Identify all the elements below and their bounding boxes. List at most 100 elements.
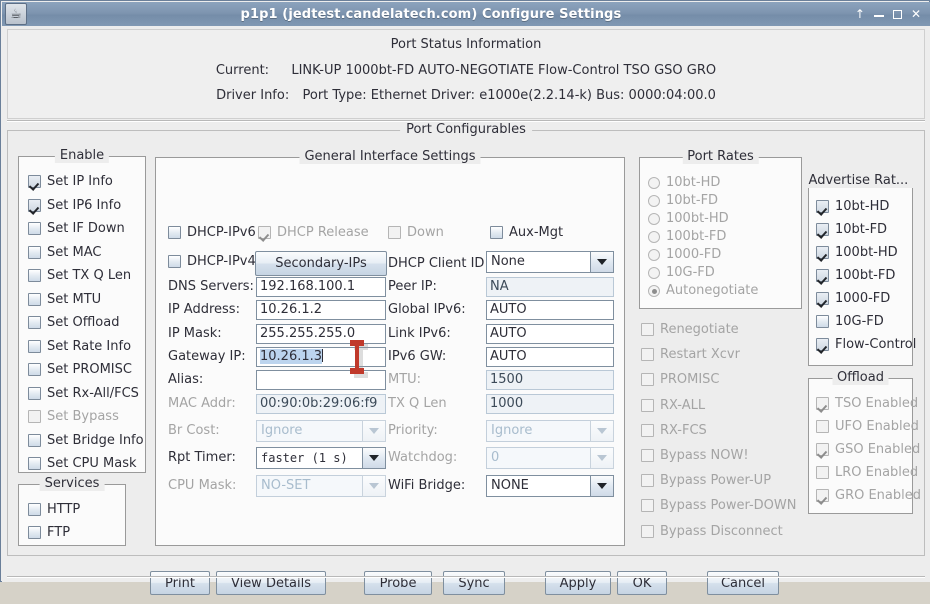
advertise-rate-0-checkbox[interactable] (816, 200, 829, 213)
enable-11-checkbox[interactable] (28, 433, 41, 447)
enable-6-checkbox[interactable] (28, 316, 41, 329)
advertise-rate-item-1-label: 10bt-FD (835, 222, 888, 237)
advertise-rate-2-checkbox[interactable] (816, 246, 829, 259)
dhcp-ipv4-label: DHCP-IPv4 (187, 254, 256, 269)
advertise-rate-item-2[interactable]: 100bt-HD (816, 246, 898, 261)
rpt-timer-combo[interactable]: faster (1 s) (256, 447, 386, 470)
secondary-ips-button[interactable]: Secondary-IPs (255, 251, 387, 276)
ip-address-input[interactable]: 10.26.1.2 (256, 300, 386, 321)
wifi-bridge-combo[interactable]: NONE (486, 474, 614, 497)
link-ipv6-label: Link IPv6: (388, 325, 451, 341)
text-caret (322, 348, 324, 362)
advertise-rate-item-0[interactable]: 10bt-HD (816, 200, 889, 215)
offload-group: Offload TSO Enabled UFO Enabled GSO Enable… (808, 370, 921, 514)
enable-item-3[interactable]: Set MAC (28, 244, 102, 261)
advertise-rate-4-checkbox[interactable] (816, 292, 829, 305)
dhcp-ipv4-checkbox[interactable] (168, 255, 181, 268)
chevron-down-icon[interactable] (362, 447, 386, 470)
dhcp-ipv4-check[interactable]: DHCP-IPv4 (168, 255, 256, 270)
enable-item-5[interactable]: Set MTU (28, 292, 101, 308)
enable-item-11[interactable]: Set Bridge Info (28, 433, 144, 449)
enable-item-0[interactable]: Set IP Info (28, 175, 113, 190)
enable-item-6[interactable]: Set Offload (28, 316, 119, 331)
ok-button[interactable]: OK (617, 571, 667, 595)
shade-window-button[interactable]: ↑ (855, 8, 865, 20)
gateway-ip-input[interactable]: 10.26.1.3 (256, 346, 386, 367)
offload-legend: Offload (832, 370, 889, 385)
ipv6-gw-input[interactable]: AUTO (486, 346, 614, 367)
advertise-rate-item-3[interactable]: 100bt-FD (816, 269, 895, 284)
dhcp-ipv6-check[interactable]: DHCP-IPv6 (168, 226, 256, 241)
advertise-rate-6-checkbox[interactable] (816, 338, 829, 351)
link-ipv6-input[interactable]: AUTO (486, 323, 614, 344)
port-rate-item-0-label: 10bt-HD (666, 175, 721, 190)
global-ipv6-input[interactable]: AUTO (486, 300, 614, 321)
advertise-rate-item-4[interactable]: 1000-FD (816, 292, 890, 307)
title-bar[interactable]: ☕ p1p1 (jedtest.candelatech.com) Configu… (2, 2, 930, 26)
enable-item-8[interactable]: Set PROMISC (28, 363, 132, 378)
enable-item-6-label: Set Offload (47, 315, 120, 330)
dhcp-client-id-label: DHCP Client ID: (388, 256, 489, 271)
maximize-window-button[interactable] (892, 9, 902, 19)
advertise-rate-item-6[interactable]: Flow-Control (816, 338, 916, 353)
driver-info-value: Port Type: Ethernet Driver: e1000e(2.2.1… (302, 88, 716, 103)
enable-item-9[interactable]: Set Rx-All/FCS (28, 386, 139, 402)
enable-7-checkbox[interactable] (28, 339, 41, 353)
dhcp-ipv6-checkbox[interactable] (168, 226, 181, 239)
probe-button[interactable]: Probe (364, 571, 432, 595)
services-1-checkbox[interactable] (28, 526, 41, 539)
dns-servers-input[interactable]: 192.168.100.1 (256, 277, 386, 297)
offload-item-0-label: TSO Enabled (835, 396, 919, 411)
enable-5-checkbox[interactable] (28, 292, 41, 306)
chevron-down-icon[interactable] (590, 251, 614, 273)
aux-mgt-checkbox[interactable] (490, 226, 503, 239)
enable-item-2[interactable]: Set IF Down (28, 222, 125, 237)
advertise-rate-5-checkbox[interactable] (816, 315, 829, 328)
advertise-rate-item-5[interactable]: 10G-FD (816, 315, 884, 330)
chevron-down-icon (362, 419, 386, 442)
enable-1-checkbox[interactable] (28, 198, 41, 212)
enable-item-4[interactable]: Set TX Q Len (28, 269, 131, 284)
alias-input[interactable] (256, 370, 386, 391)
enable-3-checkbox[interactable] (28, 245, 41, 259)
peer-ip-label: Peer IP: (388, 279, 437, 294)
ip-mask-input[interactable]: 255.255.255.0 (256, 323, 386, 344)
services-item-1[interactable]: FTP (28, 526, 70, 541)
offload-2-checkbox (816, 443, 829, 456)
advertise-rate-3-checkbox[interactable] (816, 269, 829, 282)
enable-12-checkbox[interactable] (28, 457, 41, 470)
enable-2-checkbox[interactable] (28, 222, 41, 235)
view-details-button[interactable]: View Details (216, 571, 326, 595)
flag-item-0: Renegotiate (641, 323, 739, 338)
enable-4-checkbox[interactable] (28, 269, 41, 282)
close-window-button[interactable]: ✕ (911, 8, 921, 20)
aux-mgt-check[interactable]: Aux-Mgt (490, 226, 563, 241)
port-rates-group: Port Rates 10bt-HD 10bt-FD 100bt-HD 100bt-F… (639, 149, 802, 309)
flag-item-3: RX-ALL (641, 398, 705, 414)
enable-item-7[interactable]: Set Rate Info (28, 339, 131, 355)
offload-item-2-label: GSO Enabled (835, 442, 921, 457)
enable-group: Enable Set IP Info Set IP6 Info Set IF Dow… (18, 148, 146, 473)
enable-9-checkbox[interactable] (28, 386, 41, 400)
port-rate-3-radio (648, 231, 660, 243)
offload-3-checkbox (816, 466, 829, 479)
services-item-0[interactable]: HTTP (28, 503, 80, 518)
minimize-window-button[interactable] (873, 15, 884, 17)
print-button[interactable]: Print (150, 571, 210, 595)
enable-8-checkbox[interactable] (28, 363, 41, 376)
advertise-rate-1-checkbox[interactable] (816, 223, 829, 236)
enable-0-checkbox[interactable] (28, 175, 41, 188)
enable-item-3-label: Set MAC (47, 244, 102, 260)
cancel-button[interactable]: Cancel (707, 571, 779, 595)
advertise-rate-item-5-label: 10G-FD (835, 314, 884, 329)
sync-button[interactable]: Sync (443, 571, 505, 595)
services-0-checkbox[interactable] (28, 503, 41, 516)
enable-item-12[interactable]: Set CPU Mask (28, 457, 137, 472)
enable-item-1[interactable]: Set IP6 Info (28, 198, 121, 214)
ip-address-label: IP Address: (168, 302, 240, 318)
apply-button[interactable]: Apply (545, 571, 611, 595)
advertise-rate-item-1[interactable]: 10bt-FD (816, 223, 887, 238)
chevron-down-icon[interactable] (590, 474, 614, 497)
peer-ip-input[interactable]: NA (486, 277, 614, 297)
dhcp-client-id-combo[interactable]: None (486, 251, 614, 273)
